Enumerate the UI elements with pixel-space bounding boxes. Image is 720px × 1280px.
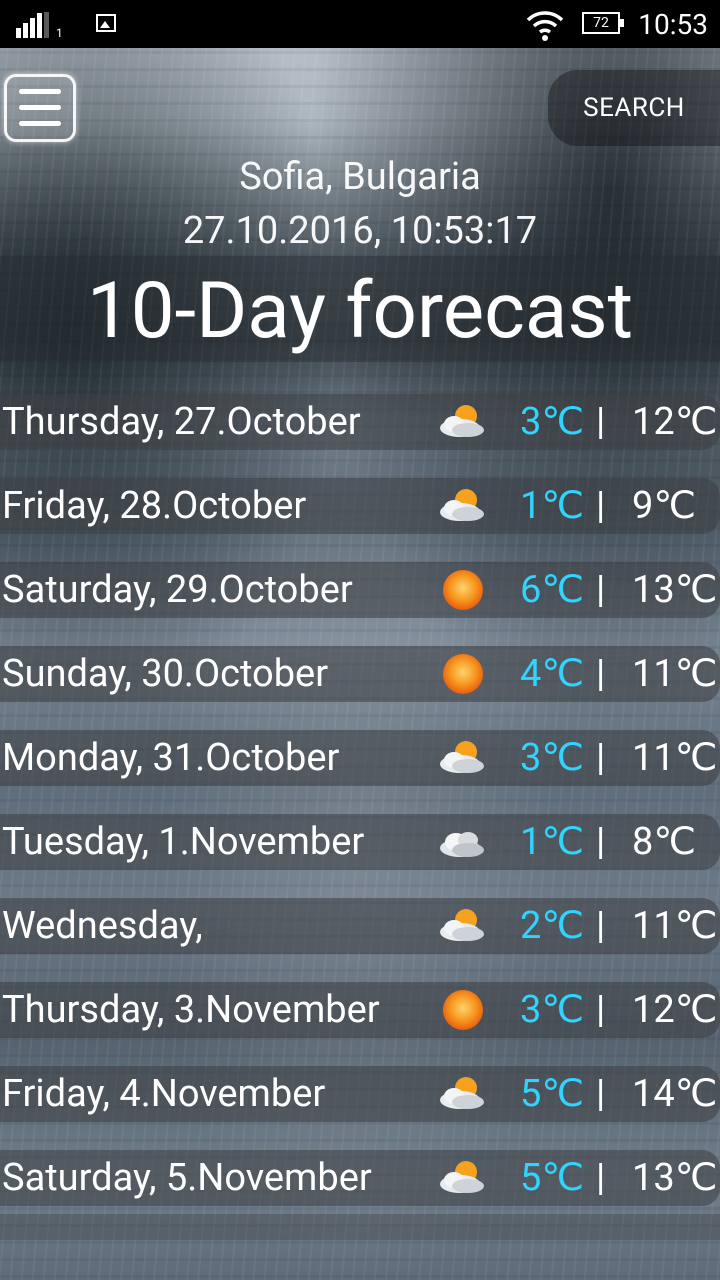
temp-low: 1℃	[520, 820, 585, 864]
partly-cloudy-icon	[440, 489, 484, 521]
sun-icon	[443, 570, 483, 610]
status-bar: 1 72 10:53	[0, 0, 720, 48]
battery-icon: 72	[582, 12, 624, 34]
status-time: 10:53	[638, 8, 708, 41]
temp-low: 2℃	[520, 904, 585, 948]
list-footer-band	[0, 1214, 720, 1240]
forecast-row[interactable]: Friday, 4.November 5℃ | 14℃	[0, 1066, 720, 1122]
forecast-row[interactable]: Wednesday, 2℃ | 11℃	[0, 898, 720, 954]
day-label: Monday, 31.October	[2, 736, 340, 780]
temp-separator: |	[596, 1156, 606, 1200]
day-label: Thursday, 3.November	[2, 988, 380, 1032]
day-label: Thursday, 27.October	[2, 400, 361, 444]
temp-separator: |	[596, 484, 606, 528]
temp-high: 12℃	[632, 988, 718, 1032]
forecast-row[interactable]: Thursday, 3.November 3℃ | 12℃	[0, 982, 720, 1038]
forecast-row[interactable]: Sunday, 30.October 4℃ | 11℃	[0, 646, 720, 702]
partly-cloudy-icon	[440, 405, 484, 437]
temp-separator: |	[596, 400, 606, 444]
datetime-label: 27.10.2016, 10:53:17	[182, 209, 538, 253]
temp-high: 13℃	[632, 568, 718, 612]
partly-cloudy-icon	[440, 909, 484, 941]
temp-high: 14℃	[632, 1072, 718, 1116]
partly-cloudy-icon	[440, 1161, 484, 1193]
temp-high: 11℃	[632, 904, 718, 948]
forecast-row[interactable]: Thursday, 27.October 3℃ | 12℃	[0, 394, 720, 450]
temp-separator: |	[596, 736, 606, 780]
location-label: Sofia, Bulgaria	[239, 155, 481, 199]
partly-cloudy-icon	[440, 1077, 484, 1109]
temp-high: 12℃	[632, 400, 718, 444]
temp-separator: |	[596, 1072, 606, 1116]
temp-low: 3℃	[520, 988, 585, 1032]
temp-low: 4℃	[520, 652, 585, 696]
day-label: Tuesday, 1.November	[2, 820, 365, 864]
temp-high: 9℃	[632, 484, 697, 528]
temp-high: 11℃	[632, 652, 718, 696]
day-label: Wednesday,	[2, 904, 203, 948]
day-label: Saturday, 5.November	[2, 1156, 372, 1200]
search-button[interactable]: SEARCH	[548, 70, 720, 146]
sun-icon	[443, 654, 483, 694]
temp-low: 3℃	[520, 400, 585, 444]
temp-low: 3℃	[520, 736, 585, 780]
temp-low: 1℃	[520, 484, 585, 528]
temp-high: 11℃	[632, 736, 718, 780]
temp-low: 6℃	[520, 568, 585, 612]
sim-indicator: 1	[56, 26, 63, 40]
temp-separator: |	[596, 568, 606, 612]
day-label: Sunday, 30.October	[2, 652, 329, 696]
temp-high: 8℃	[632, 820, 697, 864]
forecast-row[interactable]: Saturday, 5.November 5℃ | 13℃	[0, 1150, 720, 1206]
hamburger-menu-icon[interactable]	[4, 74, 76, 142]
wifi-icon	[526, 11, 564, 41]
forecast-row[interactable]: Monday, 31.October 3℃ | 11℃	[0, 730, 720, 786]
temp-separator: |	[596, 820, 606, 864]
temp-high: 13℃	[632, 1156, 718, 1200]
temp-separator: |	[596, 652, 606, 696]
forecast-row[interactable]: Tuesday, 1.November 1℃ | 8℃	[0, 814, 720, 870]
partly-cloudy-icon	[440, 741, 484, 773]
temp-low: 5℃	[520, 1072, 585, 1116]
signal-icon	[16, 12, 50, 38]
day-label: Friday, 4.November	[2, 1072, 326, 1116]
temp-low: 5℃	[520, 1156, 585, 1200]
day-label: Friday, 28.October	[2, 484, 307, 528]
gallery-notification-icon	[96, 14, 116, 32]
page-title: 10-Day forecast	[86, 266, 634, 357]
day-label: Saturday, 29.October	[2, 568, 353, 612]
sun-icon	[443, 990, 483, 1030]
forecast-row[interactable]: Saturday, 29.October 6℃ | 13℃	[0, 562, 720, 618]
cloud-icon	[440, 832, 484, 857]
temp-separator: |	[596, 904, 606, 948]
temp-separator: |	[596, 988, 606, 1032]
forecast-row[interactable]: Friday, 28.October 1℃ | 9℃	[0, 478, 720, 534]
